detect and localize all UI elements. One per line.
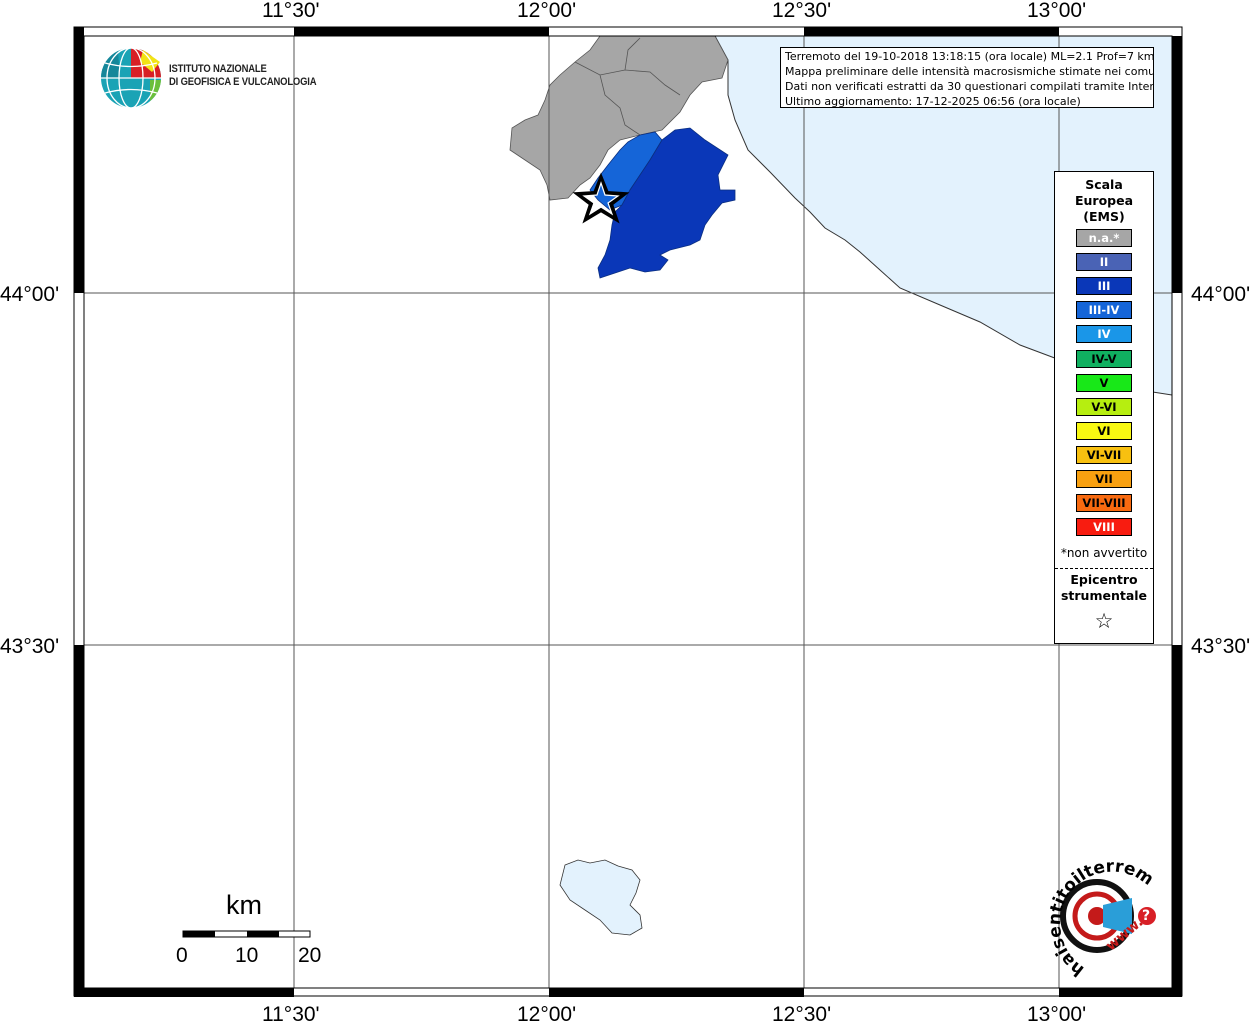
event-info-box: Terremoto del 19-10-2018 13:18:15 (ora l… <box>780 47 1154 108</box>
lon-label-bottom-4: 13°00' <box>1027 1003 1087 1026</box>
legend-swatch-10: VII <box>1076 470 1132 488</box>
lon-label-top-1: 11°30' <box>262 0 320 22</box>
ingv-line-1: ISTITUTO NAZIONALE <box>169 63 267 75</box>
scale-label-10: 10 <box>235 944 259 967</box>
lon-label-bottom-2: 12°00' <box>517 1003 577 1026</box>
legend-swatch-3: III-IV <box>1076 301 1132 320</box>
legend-swatch-6: V <box>1076 373 1132 392</box>
lake-trasimeno <box>559 859 643 936</box>
lon-label-top-4: 13°00' <box>1027 0 1087 22</box>
lat-label-right-2: 43°30' <box>1191 635 1251 658</box>
info-line-1: Terremoto del 19-10-2018 13:18:15 (ora l… <box>785 50 1153 63</box>
legend-swatch-7: V-VI <box>1076 397 1132 416</box>
legend-divider <box>1055 568 1153 569</box>
info-line-2: Mappa preliminare delle intensità macros… <box>785 65 1153 78</box>
legend-epicenter-label: Epicentro strumentale <box>1055 572 1153 604</box>
legend-swatch-1: II <box>1076 253 1132 272</box>
legend-swatch-8: VI <box>1076 421 1132 440</box>
lon-label-top-2: 12°00' <box>517 0 577 22</box>
ems-legend: Scala Europea (EMS) n.a.* II III III-IV IV IV… <box>1054 171 1154 644</box>
legend-swatch-5: IV-V <box>1076 349 1132 368</box>
legend-title-line-2: Europea <box>1074 193 1134 208</box>
info-line-3: Dati non verificati estratti da 30 quest… <box>785 80 1153 93</box>
legend-swatch-11: VII-VIII <box>1076 494 1132 513</box>
legend-swatch-2: III <box>1076 277 1132 296</box>
lon-label-top-3: 12°30' <box>772 0 832 22</box>
ingv-logo-icon <box>101 47 161 109</box>
lat-label-left-1: 44°00' <box>0 283 60 306</box>
ingv-logo-text: ISTITUTO NAZIONALE DI GEOFISICA E VULCAN… <box>169 63 317 89</box>
badge-question-icon: ? <box>1142 908 1151 924</box>
legend-epicenter-line-2: strumentale <box>1060 588 1148 603</box>
lat-label-right-1: 44°00' <box>1191 283 1251 306</box>
legend-swatch-0: n.a.* <box>1076 229 1132 247</box>
legend-swatch-12: VIII <box>1076 518 1132 537</box>
legend-swatch-4: IV <box>1076 325 1132 344</box>
scale-bar <box>182 930 311 938</box>
legend-title-line-1: Scala <box>1085 177 1123 192</box>
lon-label-bottom-3: 12°30' <box>772 1003 832 1026</box>
scale-bar-unit: km <box>226 890 262 920</box>
info-line-4: Ultimo aggiornamento: 17-12-2025 06:56 (… <box>785 95 1081 108</box>
scale-label-0: 0 <box>176 944 188 967</box>
legend-star-icon: ☆ <box>1094 609 1114 633</box>
legend-title-line-3: (EMS) <box>1083 209 1125 224</box>
legend-title: Scala Europea (EMS) <box>1055 177 1153 225</box>
lon-label-bottom-1: 11°30' <box>262 1003 320 1026</box>
lat-label-left-2: 43°30' <box>0 635 60 658</box>
scale-label-20: 20 <box>298 944 322 967</box>
legend-swatch-9: VI-VII <box>1076 445 1132 464</box>
legend-note: *non avvertito <box>1060 546 1148 560</box>
legend-epicenter-line-1: Epicentro <box>1070 572 1138 587</box>
ingv-line-2: DI GEOFISICA E VULCANOLOGIA <box>169 76 317 88</box>
